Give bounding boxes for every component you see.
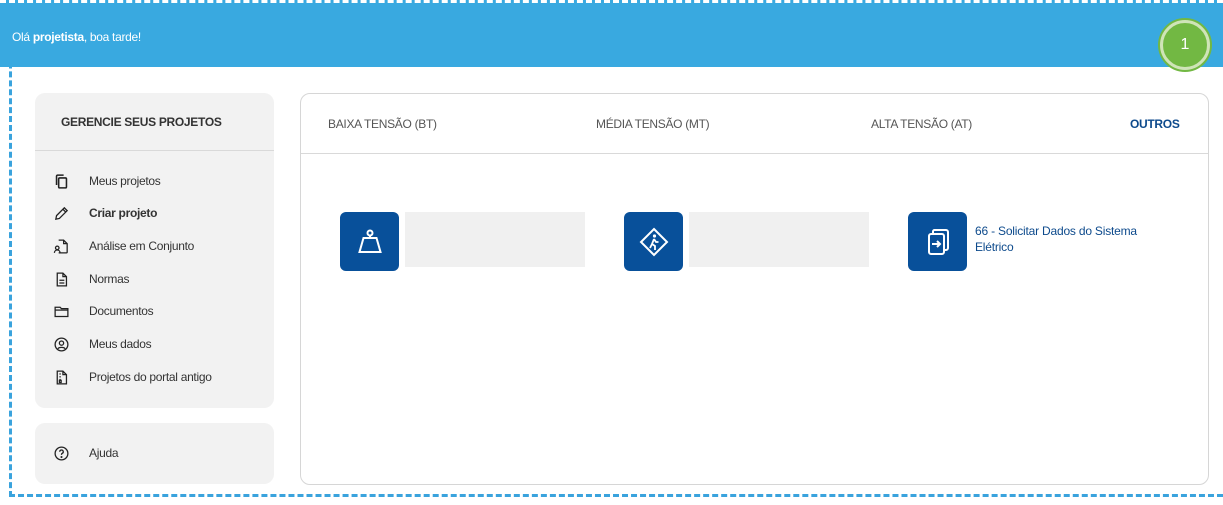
service-card[interactable] (624, 212, 869, 271)
user-circle-icon (54, 336, 69, 352)
pencil-icon (55, 206, 69, 220)
sidebar-item-documentos[interactable]: Documentos (53, 300, 154, 322)
greeting: Olá projetista, boa tarde! (12, 30, 141, 44)
sidebar-item-label: Documentos (89, 304, 154, 318)
sidebar-item-label: Normas (89, 272, 130, 286)
top-header: Olá projetista, boa tarde! (0, 0, 1223, 67)
sidebar-item-criar-projeto[interactable]: Criar projeto (53, 202, 157, 224)
sidebar-item-meus-projetos[interactable]: Meus projetos (53, 170, 161, 192)
projects-sidebar: GERENCIE SEUS PROJETOS Meus projetos Cri… (35, 93, 274, 408)
sidebar-item-normas[interactable]: Normas (53, 268, 130, 290)
sidebar-divider (35, 150, 274, 151)
card-icon-box (624, 212, 683, 271)
sidebar-item-meus-dados[interactable]: Meus dados (53, 333, 152, 355)
main-panel: BAIXA TENSÃO (BT) MÉDIA TENSÃO (MT) ALTA… (300, 93, 1209, 485)
sidebar-item-analise-em-conjunto[interactable]: Análise em Conjunto (53, 235, 194, 257)
card-icon-box (908, 212, 967, 271)
user-name: projetista (32, 30, 84, 44)
sidebar-item-label: Meus projetos (89, 174, 161, 188)
login-document-icon (927, 228, 949, 255)
sidebar-title: GERENCIE SEUS PROJETOS (61, 115, 222, 129)
service-card[interactable] (340, 212, 585, 271)
pedestrian-sign-icon (639, 227, 668, 256)
tab-baixa-tensao[interactable]: BAIXA TENSÃO (BT) (328, 117, 437, 131)
card-title: 66 - Solicitar Dados do Sistema Elétrico (975, 224, 1137, 254)
greeting-suffix: , boa tarde! (83, 30, 141, 44)
help-icon (54, 445, 69, 461)
card-placeholder (689, 212, 869, 267)
service-card-solicitar-dados[interactable]: 66 - Solicitar Dados do Sistema Elétrico (908, 212, 1165, 271)
document-icon (56, 271, 68, 287)
help-label: Ajuda (89, 446, 119, 460)
card-icon-box (340, 212, 399, 271)
tab-alta-tensao[interactable]: ALTA TENSÃO (AT) (871, 117, 972, 131)
sidebar-item-label: Projetos do portal antigo (89, 370, 212, 384)
copy-icon (55, 173, 68, 189)
tab-media-tensao[interactable]: MÉDIA TENSÃO (MT) (596, 117, 710, 131)
tabs-divider (301, 153, 1208, 154)
tab-outros[interactable]: OUTROS (1130, 117, 1180, 131)
sidebar-item-label: Análise em Conjunto (89, 239, 195, 253)
weight-icon (357, 229, 382, 253)
sidebar-item-label: Criar projeto (89, 206, 158, 220)
shared-document-icon (53, 238, 68, 254)
help-button[interactable]: Ajuda (53, 442, 119, 464)
help-panel: Ajuda (35, 423, 274, 484)
sidebar-item-label: Meus dados (89, 337, 152, 351)
folder-icon (54, 306, 69, 317)
step-marker-badge: 1 (1160, 20, 1210, 70)
card-placeholder (405, 212, 585, 267)
sidebar-item-projetos-portal-antigo[interactable]: Projetos do portal antigo (53, 366, 212, 388)
archive-file-icon (56, 369, 68, 385)
greeting-prefix: Olá (12, 30, 33, 44)
